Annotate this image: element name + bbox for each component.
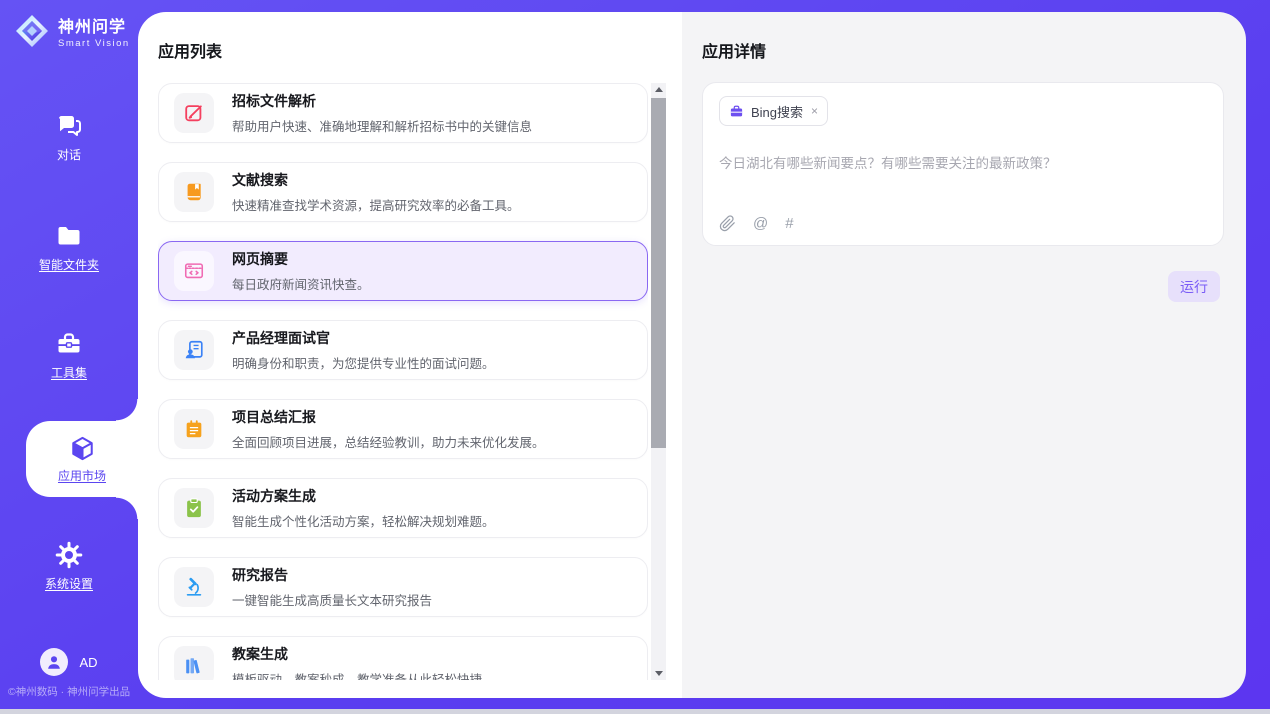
avatar [40,648,68,676]
brand-subtitle: Smart Vision [58,38,130,49]
sidebar-item-smart-folder[interactable]: 智能文件夹 [0,222,138,273]
sidebar-item-label: 对话 [57,146,81,163]
list-item[interactable]: 研究报告 一键智能生成高质量长文本研究报告 [158,557,648,617]
app-description: 全面回顾项目进展，总结经验教训，助力未来优化发展。 [232,432,545,451]
list-item[interactable]: 产品经理面试官 明确身份和职责，为您提供专业性的面试问题。 [158,320,648,380]
brand-name: 神州问学 [58,13,130,37]
composer-toolbar: @ # [719,215,794,232]
list-item[interactable]: 项目总结汇报 全面回顾项目进展，总结经验教训，助力未来优化发展。 [158,399,648,459]
scrollbar[interactable] [651,83,666,680]
sidebar-item-label: 应用市场 [58,467,106,484]
app-list-title: 应用列表 [158,38,222,62]
cube-icon [69,435,96,462]
book-icon [183,181,205,203]
list-item[interactable]: 网页摘要 每日政府新闻资讯快查。 [158,241,648,301]
app-list-panel: 应用列表 招标文件解析 帮助用户快速、准确地理解和解析招标书中的关键信息 文献搜… [138,12,682,698]
sidebar: 神州问学 Smart Vision 对话 智能文件夹 [0,0,138,709]
user-name: AD [79,655,97,670]
prompt-composer[interactable]: Bing搜索 × 今日湖北有哪些新闻要点？有哪些需要关注的最新政策？ @ # [702,82,1224,246]
app-name: 活动方案生成 [232,486,495,506]
app-detail-panel: 应用详情 Bing搜索 × 今日湖北有哪些新闻要点？有哪些需要关注的最新政策？ [682,12,1246,698]
app-description: 一键智能生成高质量长文本研究报告 [232,590,432,609]
user-account[interactable]: AD [0,648,138,676]
copyright-text: ©神州数码 · 神州问学出品 [8,684,130,699]
books-icon [183,655,205,677]
app-name: 文献搜索 [232,170,520,190]
main-content: 应用列表 招标文件解析 帮助用户快速、准确地理解和解析招标书中的关键信息 文献搜… [138,12,1246,698]
scrollbar-thumb[interactable] [651,98,666,448]
window-bottom-strip [0,709,1270,714]
tool-chip-bing-search[interactable]: Bing搜索 × [719,96,828,126]
sidebar-item-label: 工具集 [51,364,87,381]
sidebar-item-app-market[interactable]: 应用市场 [26,421,138,497]
app-name: 招标文件解析 [232,91,532,111]
chat-icon [55,112,83,140]
app-name: 教案生成 [232,644,482,664]
gear-icon [55,541,83,569]
sidebar-item-label: 系统设置 [45,575,93,592]
app-name: 产品经理面试官 [232,328,495,348]
list-item[interactable]: 招标文件解析 帮助用户快速、准确地理解和解析招标书中的关键信息 [158,83,648,143]
app-name: 网页摘要 [232,249,370,269]
sidebar-item-chat[interactable]: 对话 [0,112,138,163]
sidebar-item-toolset[interactable]: 工具集 [0,330,138,381]
close-icon[interactable]: × [811,104,818,118]
list-item[interactable]: 文献搜索 快速精准查找学术资源，提高研究效率的必备工具。 [158,162,648,222]
app-description: 帮助用户快速、准确地理解和解析招标书中的关键信息 [232,116,532,135]
list-item[interactable]: 教案生成 模板驱动，教案秒成，教学准备从此轻松快捷 [158,636,648,680]
toolbox-icon [55,330,83,358]
app-description: 明确身份和职责，为您提供专业性的面试问题。 [232,353,495,372]
run-button[interactable]: 运行 [1168,271,1220,302]
app-detail-title: 应用详情 [702,38,766,62]
scroll-down-button[interactable] [651,667,666,680]
paperclip-icon[interactable] [719,215,736,232]
sidebar-item-settings[interactable]: 系统设置 [0,541,138,592]
app-name: 研究报告 [232,565,432,585]
tool-chip-label: Bing搜索 [751,102,803,121]
prompt-text-input[interactable]: 今日湖北有哪些新闻要点？有哪些需要关注的最新政策？ [719,152,1207,172]
app-description: 模板驱动，教案秒成，教学准备从此轻松快捷 [232,669,482,680]
brand-logo: 神州问学 Smart Vision [14,13,130,49]
app-name: 项目总结汇报 [232,407,545,427]
app-description: 每日政府新闻资讯快查。 [232,274,370,293]
pen-document-icon [183,102,205,124]
browser-code-icon [183,260,205,282]
microscope-icon [183,576,205,598]
sidebar-item-label: 智能文件夹 [39,256,99,273]
scroll-up-button[interactable] [651,83,666,96]
app-description: 智能生成个性化活动方案，轻松解决规划难题。 [232,511,495,530]
mention-icon[interactable]: @ [753,216,768,231]
clipboard-check-icon [183,497,205,519]
interviewer-icon [183,339,205,361]
app-list: 招标文件解析 帮助用户快速、准确地理解和解析招标书中的关键信息 文献搜索 快速精… [158,83,648,680]
app-description: 快速精准查找学术资源，提高研究效率的必备工具。 [232,195,520,214]
hash-icon[interactable]: # [785,216,793,231]
diamond-logo-icon [14,13,50,49]
note-report-icon [183,418,205,440]
folder-icon [55,222,83,250]
briefcase-icon [729,104,744,119]
list-item[interactable]: 活动方案生成 智能生成个性化活动方案，轻松解决规划难题。 [158,478,648,538]
